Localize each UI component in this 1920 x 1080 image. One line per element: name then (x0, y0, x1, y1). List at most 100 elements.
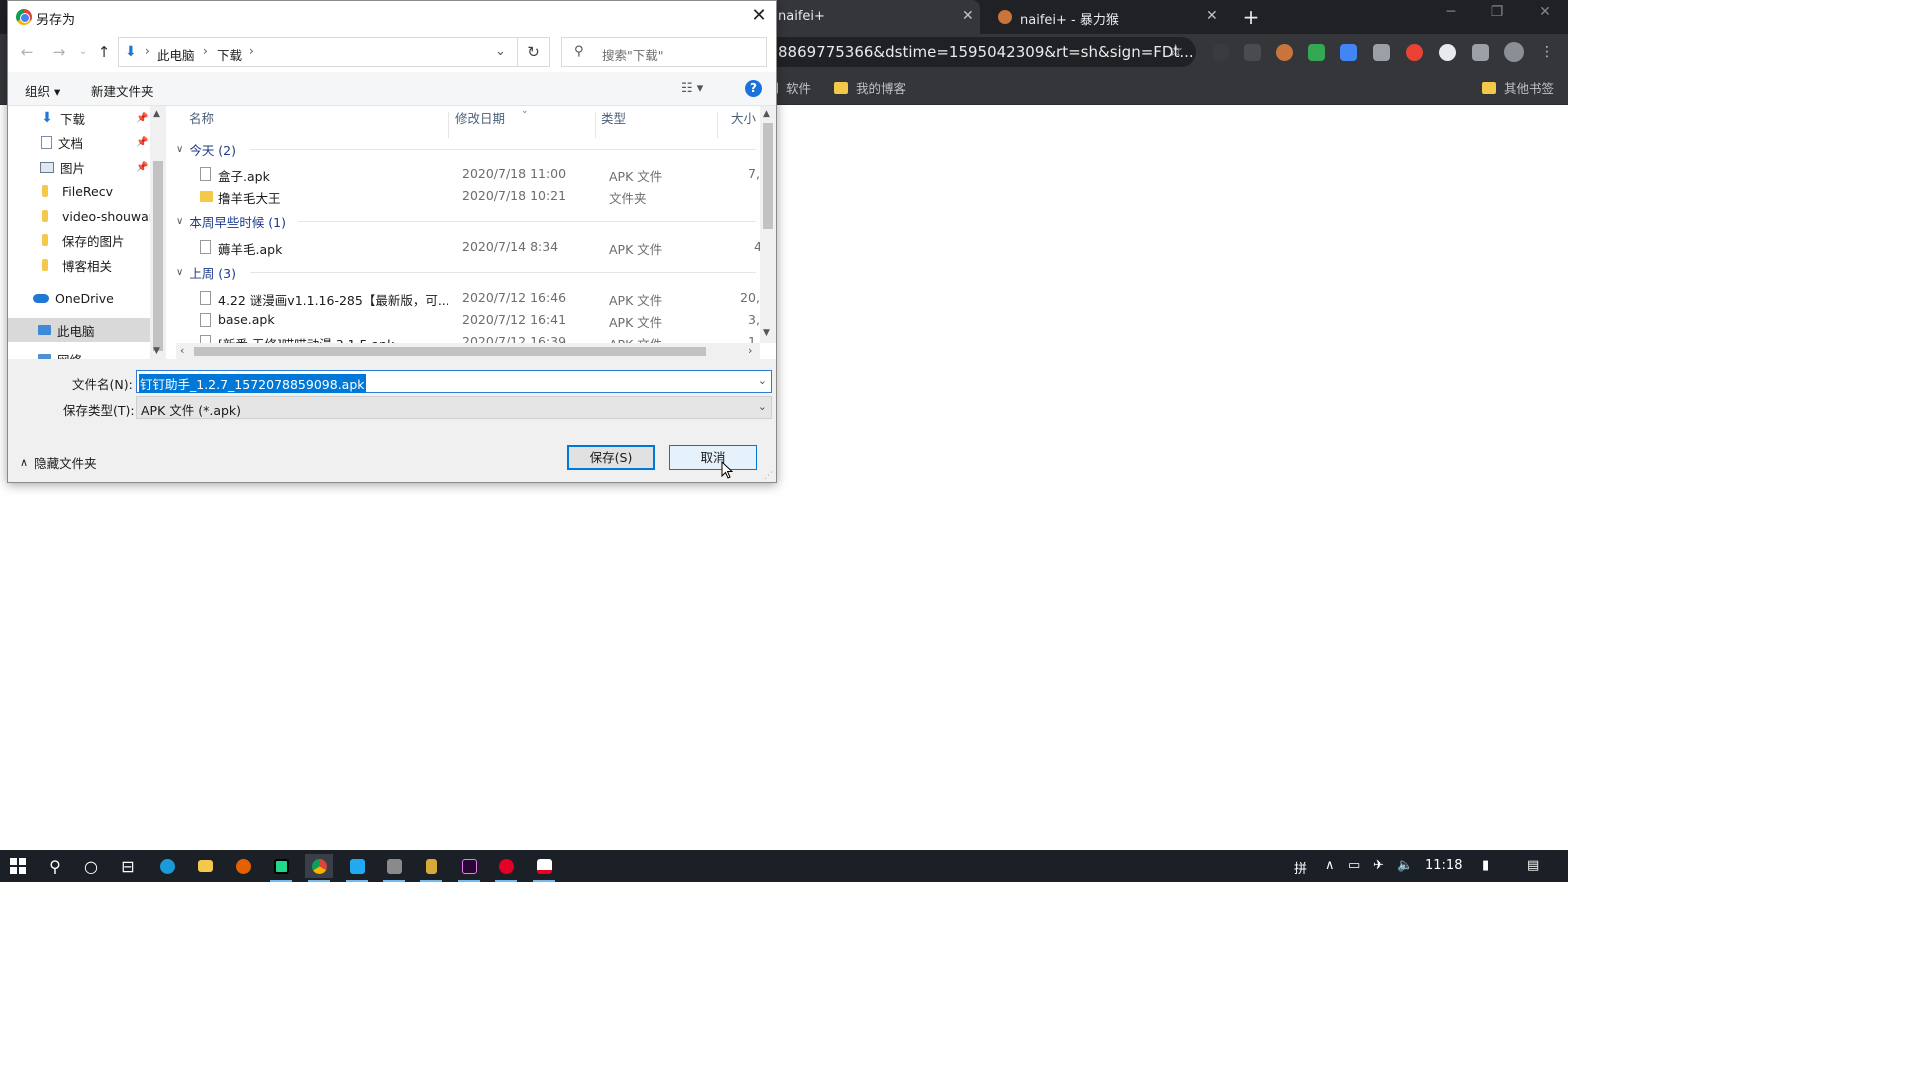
taskbar-search-icon[interactable]: ⚲ (41, 854, 69, 878)
clock-time[interactable]: 11:18 (1425, 858, 1462, 873)
nav-item-network[interactable]: 网络 (8, 347, 150, 359)
app-icon-grey[interactable] (380, 854, 408, 882)
dialog-close-icon[interactable]: ✕ (748, 5, 770, 27)
back-arrow-icon[interactable]: ← (18, 43, 36, 61)
new-folder-button[interactable]: 新建文件夹 (91, 81, 154, 100)
battery-icon[interactable]: ▭ (1348, 858, 1360, 873)
filetype-select[interactable]: APK 文件 (*.apk) ⌄ (136, 396, 772, 419)
chrome-icon[interactable] (305, 854, 333, 882)
browser-tab-1[interactable]: naifei+ ✕ (770, 0, 980, 34)
nav-item-video-shouwan[interactable]: video-shouwan (8, 204, 150, 228)
window-minimize-icon[interactable]: ─ (1436, 4, 1466, 20)
tray-app-icon[interactable]: ▮ (1482, 858, 1489, 873)
change-view-icon[interactable]: ☷ ▾ (681, 81, 703, 96)
breadcrumb[interactable]: ⬇ › 此电脑 › 下载 › ⌄ (118, 37, 518, 67)
file-list-vertical-scrollbar[interactable]: ▲ ▼ (760, 106, 776, 343)
pycharm-icon[interactable] (267, 854, 295, 882)
nav-item-pictures[interactable]: 图片 📌 (8, 155, 150, 179)
hide-folders-toggle[interactable]: ∧ 隐藏文件夹 (20, 453, 97, 472)
extension-icon-1[interactable] (1212, 44, 1229, 61)
file-row[interactable]: 4.22 谜漫画v1.1.16-285【最新版，可... 2020/7/12 1… (186, 287, 768, 309)
breadcrumb-separator-icon[interactable]: › (203, 44, 208, 58)
nav-item-saved-pictures[interactable]: 保存的图片 (8, 228, 150, 252)
extension-icon-2[interactable] (1244, 44, 1261, 61)
nav-item-this-pc[interactable]: 此电脑 (8, 318, 150, 342)
search-input[interactable]: ⚲ 搜索"下载" (561, 37, 767, 67)
nav-item-filerecv[interactable]: FileRecv (8, 179, 150, 203)
edge-icon[interactable] (153, 854, 181, 878)
scrollbar-thumb[interactable] (763, 123, 773, 229)
address-dropdown-chevron-icon[interactable]: ⌄ (495, 44, 506, 59)
browser-tab-2[interactable]: naifei+ - 暴力猴 ✕ (986, 0, 1230, 34)
premiere-icon[interactable] (455, 854, 483, 882)
refresh-icon[interactable]: ↻ (518, 37, 550, 67)
window-close-icon[interactable]: ✕ (1530, 4, 1560, 20)
ime-indicator[interactable]: 拼 (1294, 858, 1307, 877)
help-icon[interactable]: ? (745, 80, 762, 97)
organize-menu-button[interactable]: 组织 ▾ (25, 81, 60, 100)
scrollbar-thumb[interactable] (153, 161, 163, 351)
file-row[interactable]: 盒子.apk 2020/7/18 11:00 APK 文件 7,1 (186, 163, 768, 185)
column-header-name[interactable]: 名称 (184, 112, 449, 138)
group-header-last-week[interactable]: ∨ 上周 (3) (176, 262, 236, 282)
group-header-today[interactable]: ∨ 今天 (2) (176, 139, 236, 159)
nav-item-blog-related[interactable]: 博客相关 (8, 253, 150, 277)
filename-input[interactable]: 钉钉助手_1.2.7_1572078859098.apk ⌄ (136, 370, 772, 393)
nav-item-downloads[interactable]: ⬇ 下载 📌 (8, 106, 150, 130)
archive-app-icon[interactable] (417, 854, 445, 882)
translate-extension-icon[interactable] (1340, 44, 1357, 61)
up-arrow-icon[interactable]: ↑ (95, 43, 113, 61)
scroll-down-arrow-icon[interactable]: ▼ (763, 328, 770, 338)
netease-music-icon[interactable] (492, 854, 520, 882)
new-tab-plus-icon[interactable]: + (1240, 4, 1262, 30)
scroll-right-arrow-icon[interactable]: › (748, 344, 752, 357)
dialog-title-bar[interactable]: 另存为 ✕ (8, 1, 776, 32)
tampermonkey-extension-icon[interactable] (1276, 44, 1293, 61)
scroll-up-arrow-icon[interactable]: ▲ (153, 109, 160, 119)
cortana-icon[interactable]: ○ (77, 854, 105, 878)
volume-icon[interactable]: 🔈 (1397, 858, 1413, 873)
vscode-icon[interactable] (343, 854, 371, 882)
extensions-puzzle-icon[interactable] (1472, 44, 1489, 61)
other-bookmarks[interactable]: 其他书签 (1482, 78, 1554, 97)
scroll-down-arrow-icon[interactable]: ▼ (153, 346, 160, 356)
file-row[interactable]: [新番 无修]喵喵动漫 3.1.5.apk 2020/7/12 16:39 AP… (186, 331, 756, 343)
airplane-mode-icon[interactable]: ✈ (1373, 858, 1384, 873)
scrollbar-thumb[interactable] (194, 347, 706, 356)
extension-icon-8[interactable] (1439, 44, 1456, 61)
save-button[interactable]: 保存(S) (567, 445, 655, 470)
group-header-earlier-this-week[interactable]: ∨ 本周早些时候 (1) (176, 211, 286, 231)
breadcrumb-this-pc[interactable]: 此电脑 (157, 45, 195, 64)
extension-icon-4[interactable] (1308, 44, 1325, 61)
browser-tab-2-close-icon[interactable]: ✕ (1206, 8, 1218, 24)
file-row[interactable]: base.apk 2020/7/12 16:41 APK 文件 3,4 (186, 309, 768, 331)
file-explorer-icon[interactable] (191, 854, 219, 878)
filetype-dropdown-chevron-icon[interactable]: ⌄ (758, 400, 767, 413)
breadcrumb-separator-icon[interactable]: › (145, 44, 150, 58)
file-row[interactable]: 撸羊毛大王 2020/7/18 10:21 文件夹 (186, 185, 756, 207)
nav-item-documents[interactable]: 文档 📌 (8, 130, 150, 154)
nav-item-onedrive[interactable]: OneDrive (8, 286, 150, 310)
forward-arrow-icon[interactable]: → (50, 43, 68, 61)
windows-start-icon[interactable] (4, 854, 32, 878)
browser-tab-1-close-icon[interactable]: ✕ (962, 8, 974, 24)
profile-avatar[interactable] (1504, 42, 1524, 62)
scroll-up-arrow-icon[interactable]: ▲ (763, 109, 770, 119)
breadcrumb-downloads[interactable]: 下载 (217, 45, 242, 64)
bookmark-star-icon[interactable]: ☆ (1168, 41, 1183, 61)
bookmark-software[interactable]: 软件 (774, 78, 811, 97)
column-header-type[interactable]: 类型 (596, 112, 718, 138)
browser-menu-icon[interactable]: ⋮ (1540, 44, 1554, 60)
scroll-left-arrow-icon[interactable]: ‹ (180, 344, 184, 357)
bookmark-my-blog[interactable]: 我的博客 (834, 78, 906, 97)
action-center-icon[interactable]: ▤ (1527, 858, 1539, 873)
navigation-pane-scrollbar[interactable]: ▲ ▼ (150, 106, 166, 359)
breadcrumb-separator-icon[interactable]: › (249, 44, 254, 58)
resize-grip-icon[interactable]: ⋰ (764, 471, 773, 481)
filename-dropdown-chevron-icon[interactable]: ⌄ (758, 374, 767, 387)
browser-address-bar[interactable]: 8869775366&dstime=1595042309&rt=sh&sign=… (760, 37, 1196, 67)
cancel-button[interactable]: 取消 (669, 445, 757, 470)
show-hidden-icons-chevron-icon[interactable]: ∧ (1325, 858, 1335, 873)
recent-locations-chevron-icon[interactable]: ⌄ (74, 43, 92, 61)
extension-icon-6[interactable] (1373, 44, 1390, 61)
